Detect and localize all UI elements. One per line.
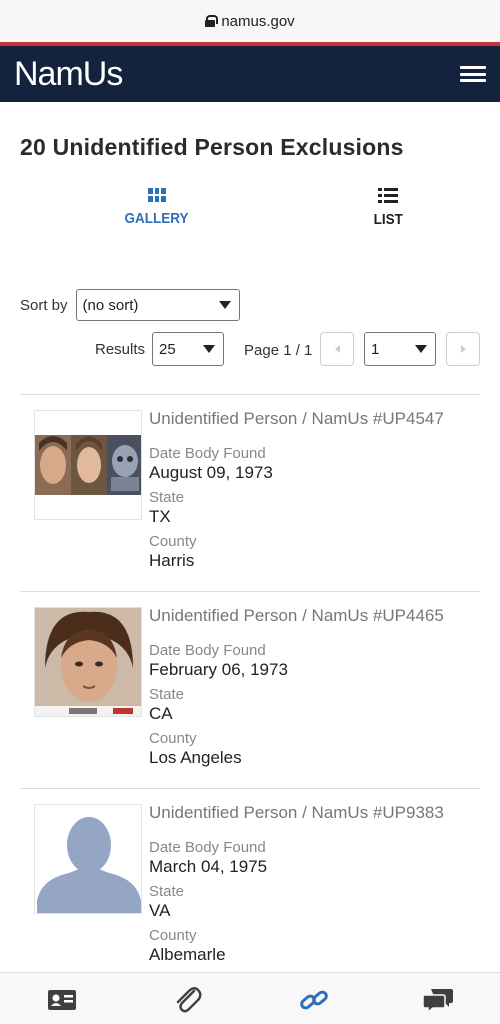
- county-value: Los Angeles: [149, 748, 242, 767]
- namus-logo[interactable]: NamUs: [14, 55, 123, 94]
- previous-icon: [334, 345, 340, 353]
- chat-icon[interactable]: [422, 985, 454, 1015]
- case-thumbnail[interactable]: [34, 804, 142, 914]
- page-number-select[interactable]: 1: [364, 332, 436, 366]
- page-title: 20 Unidentified Person Exclusions: [20, 134, 404, 160]
- case-thumbnail[interactable]: [34, 607, 142, 717]
- url-text: namus.gov: [221, 12, 295, 30]
- gallery-view-button[interactable]: GALLERY: [97, 188, 217, 227]
- composite-portrait-image: [35, 608, 141, 716]
- case-title[interactable]: Unidentified Person / NamUs #UP4547: [149, 409, 444, 429]
- top-navbar: NamUs: [0, 46, 500, 102]
- case-info: Unidentified Person / NamUs #UP4465 Date…: [149, 606, 444, 769]
- county-label: County: [149, 730, 197, 747]
- state-value: TX: [149, 507, 171, 526]
- sort-label: Sort by: [20, 296, 68, 314]
- results-per-page-select[interactable]: 25: [152, 332, 224, 366]
- id-card-icon[interactable]: [46, 985, 78, 1015]
- lock-icon: [205, 15, 219, 27]
- view-toggle: GALLERY LIST: [0, 188, 500, 238]
- chevron-down-icon: [203, 345, 215, 353]
- next-page-button[interactable]: [446, 332, 480, 366]
- case-card[interactable]: Unidentified Person / NamUs #UP4547 Date…: [20, 394, 480, 591]
- sort-select[interactable]: (no sort): [75, 289, 240, 321]
- chevron-down-icon: [415, 345, 427, 353]
- page-number-value: 1: [371, 340, 380, 358]
- grid-icon: [148, 188, 166, 202]
- date-value: August 09, 1973: [149, 463, 273, 482]
- date-value: February 06, 1973: [149, 660, 288, 679]
- date-value: March 04, 1975: [149, 857, 268, 876]
- county-value: Harris: [149, 551, 195, 570]
- case-info: Unidentified Person / NamUs #UP9383 Date…: [149, 803, 444, 966]
- silhouette-placeholder-icon: [37, 817, 141, 913]
- county-value: Albemarle: [149, 945, 226, 964]
- date-label: Date Body Found: [149, 445, 266, 462]
- paperclip-icon[interactable]: [172, 985, 204, 1015]
- county-label: County: [149, 533, 197, 550]
- previous-page-button[interactable]: [320, 332, 354, 366]
- link-icon[interactable]: [298, 985, 330, 1015]
- county-label: County: [149, 927, 197, 944]
- list-label: LIST: [373, 211, 403, 228]
- state-label: State: [149, 489, 185, 506]
- state-label: State: [149, 883, 185, 900]
- list-view-button[interactable]: LIST: [328, 188, 448, 228]
- browser-url-bar[interactable]: namus.gov: [0, 0, 500, 42]
- case-title[interactable]: Unidentified Person / NamUs #UP9383: [149, 803, 444, 823]
- bottom-toolbar: [0, 972, 500, 1024]
- gallery-label: GALLERY: [124, 210, 190, 227]
- chevron-down-icon: [218, 301, 231, 309]
- sort-row: Sort by (no sort): [20, 289, 240, 321]
- page-label: Page 1 / 1: [244, 342, 313, 359]
- results-label: Results: [95, 341, 146, 358]
- state-value: VA: [149, 901, 171, 920]
- case-info: Unidentified Person / NamUs #UP4547 Date…: [149, 409, 444, 572]
- case-card[interactable]: Unidentified Person / NamUs #UP4465 Date…: [20, 591, 480, 788]
- date-label: Date Body Found: [149, 839, 266, 856]
- list-icon: [378, 188, 398, 203]
- case-title[interactable]: Unidentified Person / NamUs #UP4465: [149, 606, 444, 626]
- case-thumbnail[interactable]: [34, 410, 142, 520]
- results-value: 25: [159, 340, 176, 358]
- next-icon: [460, 345, 466, 353]
- state-value: CA: [149, 704, 173, 723]
- sort-value: (no sort): [82, 296, 139, 314]
- facial-reconstruction-image: [35, 435, 141, 495]
- state-label: State: [149, 686, 185, 703]
- paging-row: Results 25 Page 1 / 1 1: [0, 332, 500, 368]
- date-label: Date Body Found: [149, 642, 266, 659]
- hamburger-menu-icon[interactable]: [460, 63, 486, 85]
- case-card[interactable]: Unidentified Person / NamUs #UP9383 Date…: [20, 788, 480, 978]
